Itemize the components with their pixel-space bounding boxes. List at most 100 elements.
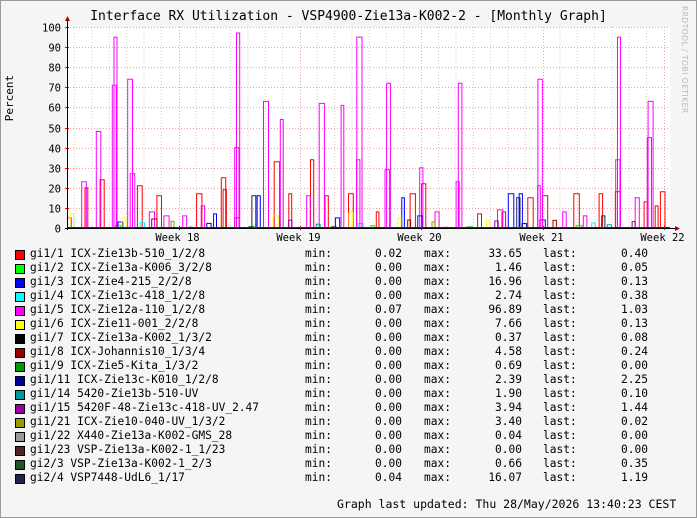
legend-max-label: max: <box>424 471 451 484</box>
x-tick-label: Week 21 <box>519 232 563 244</box>
legend-last-value: 0.00 <box>621 443 648 456</box>
y-tick-label: 0 <box>55 224 61 236</box>
legend-swatch <box>15 460 25 470</box>
y-tick-label: 40 <box>48 144 61 156</box>
y-tick-label: 30 <box>48 164 61 176</box>
legend-last-label: last: <box>543 387 577 400</box>
legend-max-label: max: <box>424 429 451 442</box>
legend-min-value: 0.00 <box>375 443 402 456</box>
legend-last-value: 0.24 <box>621 345 648 358</box>
y-axis-arrow <box>65 16 70 21</box>
legend-last-label: last: <box>543 261 577 274</box>
legend-last-label: last: <box>543 443 577 456</box>
legend-min-label: min: <box>305 345 332 358</box>
legend-min-label: min: <box>305 429 332 442</box>
legend-swatch <box>15 474 25 484</box>
legend-last-label: last: <box>543 471 577 484</box>
legend-min-label: min: <box>305 359 332 372</box>
legend-max-value: 1.46 <box>495 261 522 274</box>
legend-swatch <box>15 334 25 344</box>
legend-series-name: gi1/5 ICX-Zie12a-110_1/2/8 <box>30 303 206 316</box>
legend-max-value: 7.66 <box>495 317 522 330</box>
legend-series-name: gi1/3 ICX-Zie4-215_2/2/8 <box>30 275 192 288</box>
legend-last-label: last: <box>543 317 577 330</box>
x-tick-label: Week 19 <box>276 232 320 244</box>
legend-swatch <box>15 320 25 330</box>
legend-max-value: 0.00 <box>495 443 522 456</box>
x-tick-label: Week 22 <box>640 232 684 244</box>
legend-max-value: 0.69 <box>495 359 522 372</box>
legend-max-value: 0.66 <box>495 457 522 470</box>
legend-last-label: last: <box>543 289 577 302</box>
legend-swatch <box>15 446 25 456</box>
legend-last-value: 0.10 <box>621 387 648 400</box>
legend-max-label: max: <box>424 457 451 470</box>
legend-last-value: 0.35 <box>621 457 648 470</box>
legend-min-value: 0.00 <box>375 317 402 330</box>
legend-last-value: 0.13 <box>621 317 648 330</box>
legend-last-value: 0.08 <box>621 331 648 344</box>
legend-min-value: 0.02 <box>375 247 402 260</box>
legend-swatch <box>15 418 25 428</box>
y-tick-label: 70 <box>48 83 61 95</box>
legend-last-value: 0.05 <box>621 261 648 274</box>
legend-max-label: max: <box>424 317 451 330</box>
legend-max-value: 0.04 <box>495 429 522 442</box>
legend-max-value: 3.40 <box>495 415 522 428</box>
legend-series-name: gi1/7 ICX-Zie13a-K002_1/3/2 <box>30 331 212 344</box>
legend-max-value: 2.39 <box>495 373 522 386</box>
legend-last-value: 0.13 <box>621 275 648 288</box>
legend-max-value: 2.74 <box>495 289 522 302</box>
legend-series-name: gi1/14 5420-Zie13b-510-UV <box>30 387 199 400</box>
legend-last-label: last: <box>543 429 577 442</box>
y-tick-label: 50 <box>48 124 61 136</box>
legend-series-name: gi1/11 ICX-Zie13c-K010_1/2/8 <box>30 373 219 386</box>
legend-min-value: 0.04 <box>375 471 402 484</box>
legend-series-name: gi1/21 ICX-Zie10-040-UV_1/3/2 <box>30 415 226 428</box>
legend-max-label: max: <box>424 401 451 414</box>
x-tick-label: Week 18 <box>155 232 199 244</box>
legend-last-label: last: <box>543 303 577 316</box>
legend-min-label: min: <box>305 415 332 428</box>
legend-max-label: max: <box>424 275 451 288</box>
legend-series-name: gi1/2 ICX-Zie13a-K006_3/2/8 <box>30 261 212 274</box>
last-updated-text: Graph last updated: Thu 28/May/2026 13:4… <box>337 497 677 511</box>
legend-last-value: 1.19 <box>621 471 648 484</box>
legend-min-value: 0.00 <box>375 331 402 344</box>
legend-min-label: min: <box>305 373 332 386</box>
legend-min-value: 0.00 <box>375 359 402 372</box>
legend-min-value: 0.00 <box>375 457 402 470</box>
legend-swatch <box>15 432 25 442</box>
legend-max-value: 4.58 <box>495 345 522 358</box>
y-tick-label: 20 <box>48 184 61 196</box>
legend-min-label: min: <box>305 331 332 344</box>
legend-min-label: min: <box>305 289 332 302</box>
legend-last-label: last: <box>543 457 577 470</box>
legend-min-label: min: <box>305 317 332 330</box>
legend-min-value: 0.00 <box>375 373 402 386</box>
legend-max-label: max: <box>424 373 451 386</box>
legend-last-label: last: <box>543 247 577 260</box>
legend-min-label: min: <box>305 387 332 400</box>
legend-max-label: max: <box>424 247 451 260</box>
legend-max-label: max: <box>424 261 451 274</box>
legend-min-label: min: <box>305 261 332 274</box>
legend-last-label: last: <box>543 345 577 358</box>
legend-max-label: max: <box>424 443 451 456</box>
legend-series-name: gi1/4 ICX-Zie13c-418_1/2/8 <box>30 289 206 302</box>
y-tick-label: 90 <box>48 43 61 55</box>
legend-max-value: 3.94 <box>495 401 522 414</box>
legend-series-name: gi1/22 X440-Zie13a-K002-GMS_28 <box>30 429 233 442</box>
legend-last-label: last: <box>543 401 577 414</box>
legend-min-value: 0.00 <box>375 275 402 288</box>
legend-min-value: 0.00 <box>375 415 402 428</box>
legend-swatch <box>15 362 25 372</box>
legend-min-label: min: <box>305 401 332 414</box>
legend-series-name: gi1/9 ICX-Zie5-Kita_1/3/2 <box>30 359 199 372</box>
y-tick-label: 100 <box>42 23 61 35</box>
legend-max-label: max: <box>424 331 451 344</box>
legend-last-label: last: <box>543 275 577 288</box>
legend-swatch <box>15 390 25 400</box>
legend-min-value: 0.00 <box>375 387 402 400</box>
legend-swatch <box>15 278 25 288</box>
